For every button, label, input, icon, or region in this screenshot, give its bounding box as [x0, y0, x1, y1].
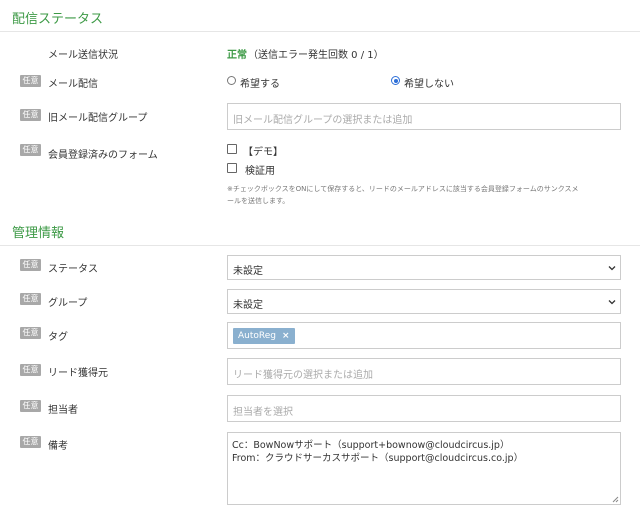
mail-status-label: メール送信状況 [48, 50, 118, 61]
owner-placeholder: 担当者を選択 [233, 407, 293, 418]
remarks-label: 備考 [48, 441, 68, 452]
mail-delivery-label: メール配信 [48, 79, 98, 90]
owner-input[interactable]: 担当者を選択 [227, 395, 621, 422]
lead-source-placeholder: リード獲得元の選択または追加 [233, 370, 373, 381]
remarks-textarea[interactable]: Cc：BowNowサポート（support+bownow@cloudcircus… [227, 432, 621, 505]
group-label: グループ [48, 298, 88, 309]
checkbox-test[interactable] [227, 163, 237, 173]
old-group-input[interactable]: 旧メール配信グループの選択または追加 [227, 103, 621, 130]
checkbox-demo-label[interactable]: 【デモ】 [243, 143, 283, 158]
group-select[interactable]: 未設定 [227, 289, 621, 314]
mail-status-detail: （送信エラー発生回数 0 / 1） [248, 50, 384, 61]
lead-source-label: リード獲得元 [48, 368, 108, 379]
radio-want[interactable] [227, 76, 236, 85]
forms-label: 会員登録済みのフォーム [48, 150, 158, 161]
chevron-down-icon [608, 266, 616, 271]
optional-badge: 任意 [20, 364, 41, 376]
old-group-label: 旧メール配信グループ [48, 113, 148, 124]
chevron-down-icon [608, 300, 616, 305]
delivery-section-title: 配信ステータス [12, 12, 104, 27]
tag-chip-label: AutoReg [238, 331, 276, 341]
forms-note: ※チェックボックスをONにして保存すると、リードのメールアドレスに該当する会員登… [227, 183, 621, 207]
radio-not-want-label[interactable]: 希望しない [404, 75, 454, 90]
tag-chip: AutoReg × [233, 328, 295, 344]
optional-badge: 任意 [20, 75, 41, 87]
optional-badge: 任意 [20, 400, 41, 412]
management-section-title: 管理情報 [12, 226, 65, 241]
optional-badge: 任意 [20, 144, 41, 156]
radio-not-want[interactable] [391, 76, 400, 85]
optional-badge: 任意 [20, 436, 41, 448]
section-divider [0, 31, 640, 32]
group-select-value: 未設定 [233, 300, 263, 311]
owner-label: 担当者 [48, 405, 78, 416]
old-group-placeholder: 旧メール配信グループの選択または追加 [233, 115, 413, 126]
tag-input[interactable]: AutoReg × [227, 322, 621, 349]
section-divider [0, 245, 640, 246]
forms-note-line1: ※チェックボックスをONにして保存すると、リードのメールアドレスに該当する会員登… [227, 185, 579, 193]
optional-badge: 任意 [20, 293, 41, 305]
checkbox-demo[interactable] [227, 144, 237, 154]
remarks-line-1: Cc：BowNowサポート（support+bownow@cloudcircus… [232, 440, 510, 451]
status-label: ステータス [48, 264, 98, 275]
status-select[interactable]: 未設定 [227, 255, 621, 280]
tag-remove-icon[interactable]: × [282, 331, 290, 341]
mail-status-value: 正常 [227, 50, 247, 61]
remarks-line-2: From：クラウドサーカスサポート（support@cloudcircus.co… [232, 453, 524, 464]
resize-grip-icon[interactable] [611, 495, 619, 503]
radio-want-label[interactable]: 希望する [240, 75, 280, 90]
optional-badge: 任意 [20, 259, 41, 271]
optional-badge: 任意 [20, 327, 41, 339]
lead-source-input[interactable]: リード獲得元の選択または追加 [227, 358, 621, 385]
checkbox-test-label[interactable]: 検証用 [245, 162, 275, 177]
forms-note-line2: ールを送信します。 [227, 197, 290, 205]
status-select-value: 未設定 [233, 266, 263, 277]
optional-badge: 任意 [20, 109, 41, 121]
tag-label: タグ [48, 332, 68, 343]
